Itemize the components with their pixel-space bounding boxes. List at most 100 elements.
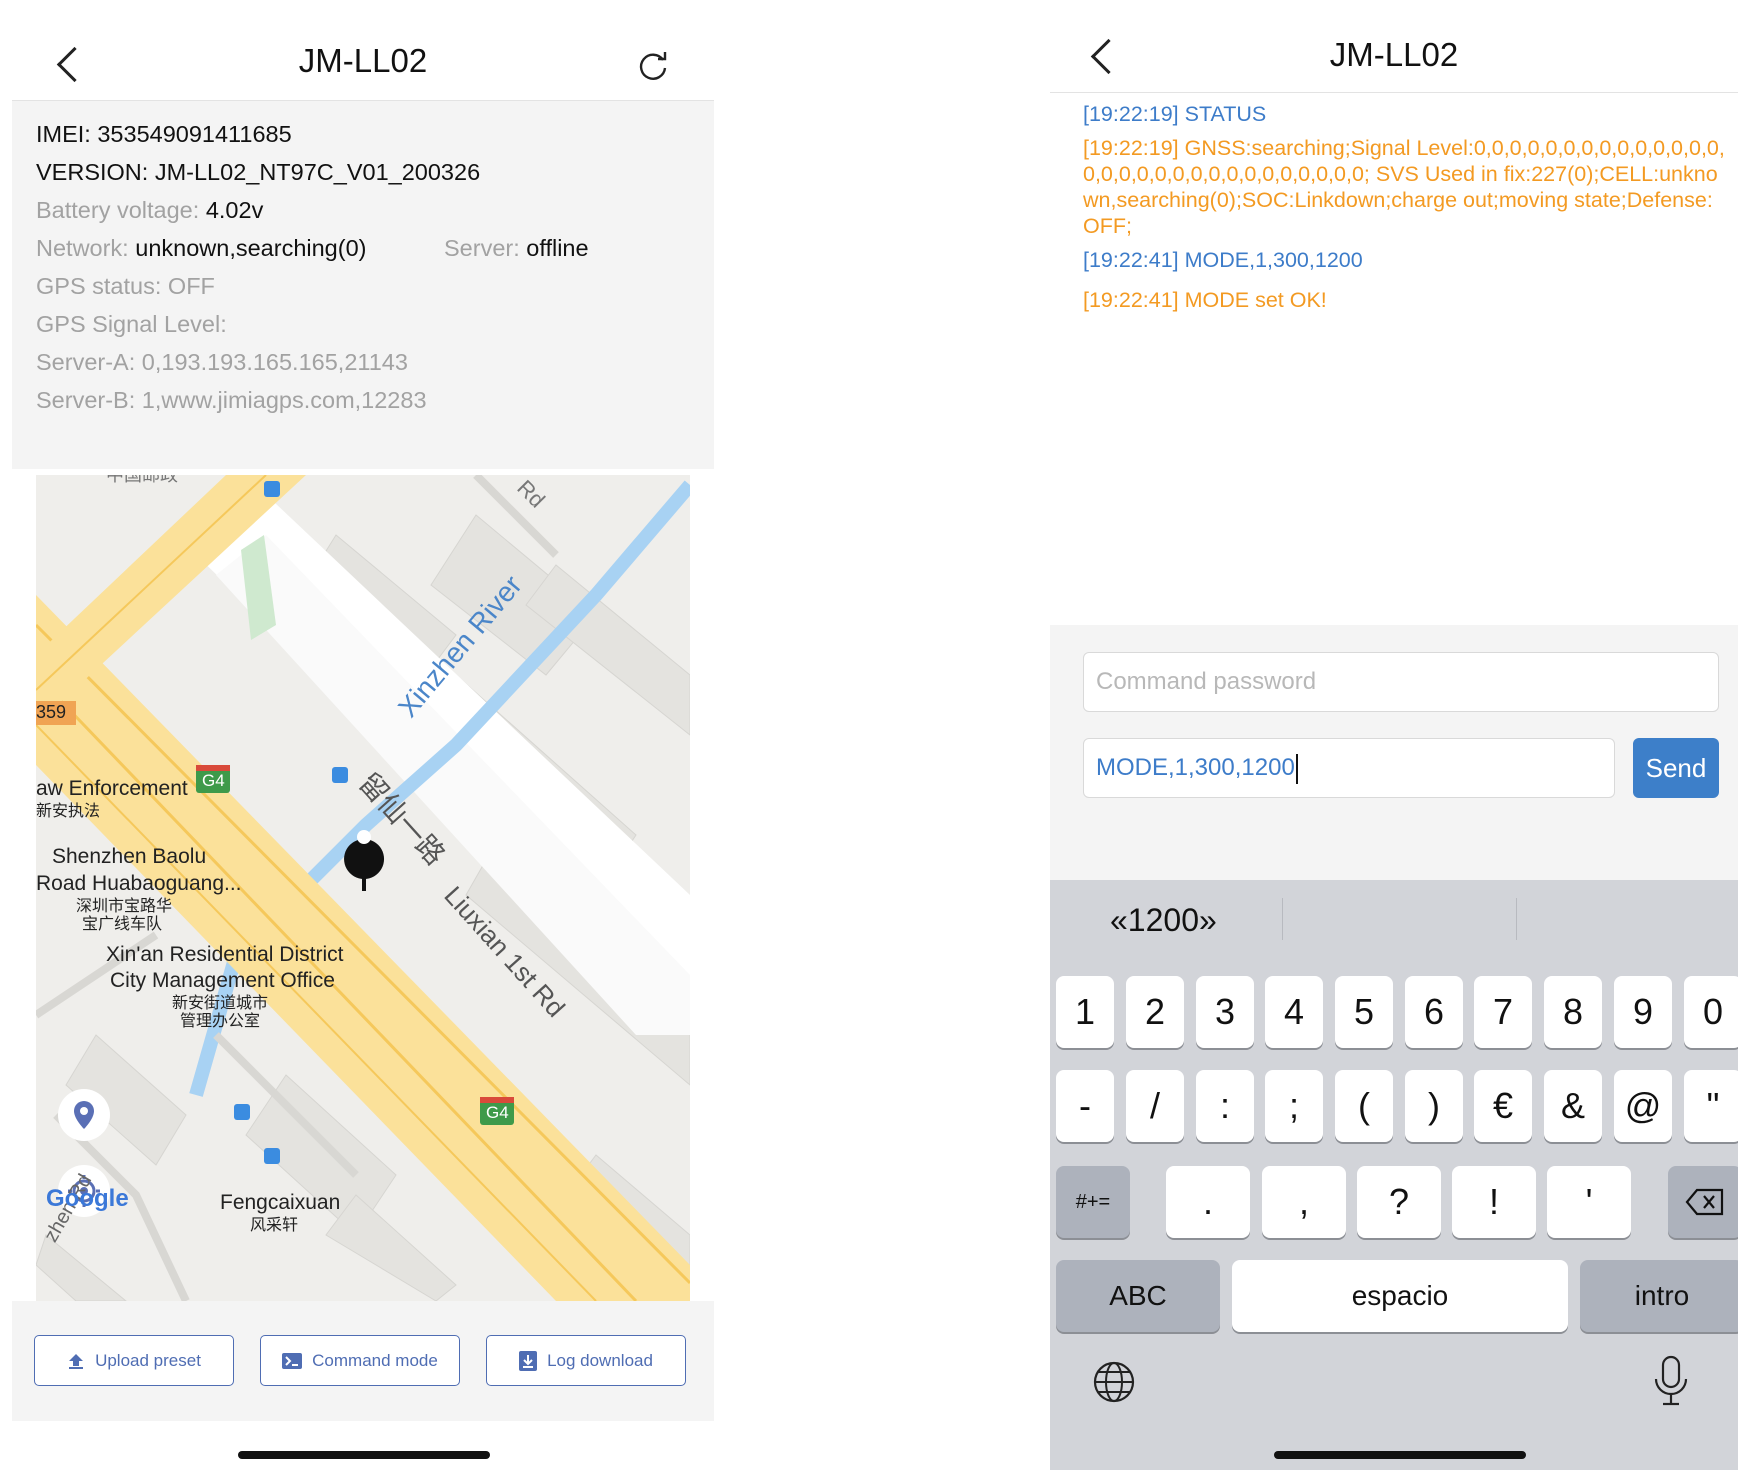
key-1[interactable]: 1 bbox=[1056, 976, 1114, 1048]
key-8[interactable]: 8 bbox=[1544, 976, 1602, 1048]
gps-status-text: GPS status: OFF bbox=[36, 273, 215, 299]
log-line: [19:22:41] MODE,1,300,1200 bbox=[1083, 248, 1363, 272]
version-text: VERSION: JM-LL02_NT97C_V01_200326 bbox=[36, 159, 481, 185]
refresh-icon[interactable] bbox=[636, 48, 670, 82]
map-badge-359: 359 bbox=[36, 702, 67, 722]
map-view[interactable]: Xinzhen River 留仙一路 Liuxian 1st Rd Rd 中国邮… bbox=[36, 475, 690, 1301]
key-quote[interactable]: " bbox=[1684, 1070, 1738, 1142]
gps-signal-text: GPS Signal Level: bbox=[36, 311, 227, 337]
key-dash[interactable]: - bbox=[1056, 1070, 1114, 1142]
key-abc[interactable]: ABC bbox=[1056, 1260, 1220, 1332]
globe-icon[interactable] bbox=[1092, 1360, 1136, 1404]
map-label-baolu-2: Road Huabaoguang... bbox=[36, 872, 242, 895]
map-label-top-cn: 中国邮政 bbox=[106, 475, 178, 485]
map-label-xinan-cn-2: 管理办公室 bbox=[180, 1013, 261, 1030]
microphone-icon[interactable] bbox=[1651, 1355, 1691, 1407]
map-label-xinan-2: City Management Office bbox=[110, 969, 335, 992]
key-close-paren[interactable]: ) bbox=[1405, 1070, 1463, 1142]
download-icon bbox=[519, 1350, 538, 1371]
server-label: Server: bbox=[444, 235, 527, 261]
map-label-feng: Fengcaixuan bbox=[220, 1191, 341, 1214]
device-info-panel: IMEI: 353549091411685 VERSION: JM-LL02_N… bbox=[12, 101, 714, 469]
command-input-area: Command password MODE,1,300,1200 Send bbox=[1050, 625, 1738, 880]
keyboard: «1200» 1 2 3 4 5 6 7 8 9 0 - / : ; ( ) €… bbox=[1050, 880, 1738, 1470]
key-2[interactable]: 2 bbox=[1126, 976, 1184, 1048]
space-key[interactable]: espacio bbox=[1232, 1260, 1568, 1332]
home-indicator bbox=[1274, 1451, 1526, 1459]
key-apostrophe[interactable]: ' bbox=[1547, 1166, 1631, 1238]
upload-preset-button[interactable]: Upload preset bbox=[34, 1335, 234, 1386]
upload-icon bbox=[69, 1353, 84, 1369]
key-exclamation[interactable]: ! bbox=[1452, 1166, 1536, 1238]
command-log: [19:22:19] STATUS [19:22:19] GNSS:search… bbox=[1083, 101, 1728, 321]
nav-bar: JM-LL02 bbox=[12, 8, 714, 101]
command-input-value: MODE,1,300,1200 bbox=[1096, 754, 1295, 781]
battery-value: 4.02v bbox=[205, 197, 264, 223]
battery-label: Battery voltage: bbox=[36, 197, 206, 223]
command-password-placeholder: Command password bbox=[1096, 668, 1317, 695]
imei-text: IMEI: 353549091411685 bbox=[36, 121, 292, 147]
key-colon[interactable]: : bbox=[1196, 1070, 1254, 1142]
backspace-key[interactable] bbox=[1668, 1166, 1738, 1238]
log-download-button[interactable]: Log download bbox=[486, 1335, 686, 1386]
map-badge-g4-top: G4 bbox=[202, 771, 225, 790]
key-comma[interactable]: , bbox=[1262, 1166, 1346, 1238]
left-phone-screen: JM-LL02 IMEI: 353549091411685 VERSION: J… bbox=[12, 8, 714, 1470]
backspace-icon bbox=[1685, 1188, 1724, 1216]
send-button[interactable]: Send bbox=[1633, 738, 1719, 798]
network-row: Network: unknown,searching(0) bbox=[36, 235, 366, 262]
key-slash[interactable]: / bbox=[1126, 1070, 1184, 1142]
server-status-row: Server: offline bbox=[444, 235, 589, 262]
key-ampersand[interactable]: & bbox=[1544, 1070, 1602, 1142]
upload-preset-label: Upload preset bbox=[95, 1350, 201, 1370]
command-password-input[interactable]: Command password bbox=[1083, 652, 1719, 712]
suggestion-divider bbox=[1282, 898, 1283, 940]
map-label-baolu-1: Shenzhen Baolu bbox=[52, 845, 207, 868]
bottom-toolbar: Upload preset Command mode Log download bbox=[12, 1301, 714, 1421]
map-label-xinan-cn-1: 新安街道城市 bbox=[172, 995, 269, 1012]
key-open-paren[interactable]: ( bbox=[1335, 1070, 1393, 1142]
command-input[interactable]: MODE,1,300,1200 bbox=[1083, 738, 1615, 798]
nav-bar: JM-LL02 bbox=[1050, 8, 1738, 93]
key-3[interactable]: 3 bbox=[1196, 976, 1254, 1048]
map-badge-g4-bottom: G4 bbox=[486, 1103, 509, 1122]
map-label-law: aw Enforcement bbox=[36, 777, 188, 800]
key-symbols[interactable]: #+= bbox=[1056, 1166, 1130, 1238]
key-euro[interactable]: € bbox=[1474, 1070, 1532, 1142]
command-mode-button[interactable]: Command mode bbox=[260, 1335, 460, 1386]
key-7[interactable]: 7 bbox=[1474, 976, 1532, 1048]
map-label-baolu-cn-1: 深圳市宝路华 bbox=[76, 898, 173, 915]
server-a-text: Server-A: 0,193.193.165.165,21143 bbox=[36, 349, 408, 375]
server-b-text: Server-B: 1,www.jimiagps.com,12283 bbox=[36, 387, 427, 413]
terminal-icon bbox=[282, 1352, 303, 1369]
right-phone-screen: JM-LL02 [19:22:19] STATUS [19:22:19] GNS… bbox=[1050, 8, 1738, 1470]
key-question[interactable]: ? bbox=[1357, 1166, 1441, 1238]
log-line: [19:22:19] STATUS bbox=[1083, 102, 1267, 126]
page-title: JM-LL02 bbox=[298, 42, 428, 79]
battery-row: Battery voltage: 4.02v bbox=[36, 197, 263, 224]
key-6[interactable]: 6 bbox=[1405, 976, 1463, 1048]
key-4[interactable]: 4 bbox=[1265, 976, 1323, 1048]
text-caret bbox=[1295, 753, 1298, 784]
suggestion-divider bbox=[1516, 898, 1517, 940]
log-download-label: Log download bbox=[547, 1350, 653, 1370]
suggestion-item[interactable]: «1200» bbox=[1110, 902, 1217, 939]
map-label-feng-cn: 风采轩 bbox=[250, 1217, 299, 1234]
network-value: unknown,searching(0) bbox=[135, 235, 367, 261]
google-logo: Google bbox=[46, 1185, 129, 1212]
home-indicator bbox=[238, 1451, 490, 1459]
return-key[interactable]: intro bbox=[1580, 1260, 1738, 1332]
map-label-xinan-1: Xin'an Residential District bbox=[106, 943, 344, 966]
log-line: [19:22:19] GNSS:searching;Signal Level:0… bbox=[1083, 136, 1725, 238]
key-5[interactable]: 5 bbox=[1335, 976, 1393, 1048]
log-line: [19:22:41] MODE set OK! bbox=[1083, 288, 1327, 312]
page-title: JM-LL02 bbox=[1329, 36, 1459, 73]
command-mode-label: Command mode bbox=[312, 1350, 438, 1370]
key-at[interactable]: @ bbox=[1614, 1070, 1672, 1142]
server-value: offline bbox=[526, 235, 589, 261]
key-period[interactable]: . bbox=[1166, 1166, 1250, 1238]
key-semicolon[interactable]: ; bbox=[1265, 1070, 1323, 1142]
suggestion-bar: «1200» bbox=[1050, 880, 1738, 960]
key-0[interactable]: 0 bbox=[1684, 976, 1738, 1048]
key-9[interactable]: 9 bbox=[1614, 976, 1672, 1048]
